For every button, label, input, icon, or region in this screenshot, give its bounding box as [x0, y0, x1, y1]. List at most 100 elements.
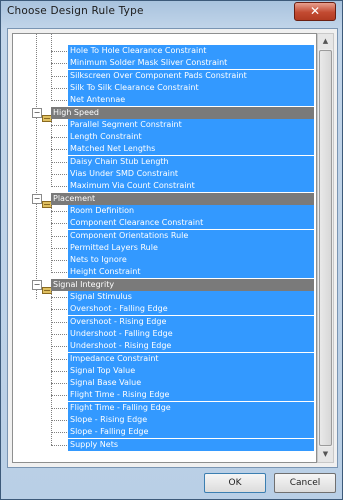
rule-type-label: Minimum Solder Mask Sliver Constraint — [68, 57, 314, 70]
rule-type-label: Flight Time - Falling Edge — [68, 401, 314, 414]
tree-connector-line — [51, 137, 67, 139]
tree-connector-line — [51, 321, 67, 323]
tree-connector-line — [51, 100, 67, 102]
rule-type-item[interactable]: Flight Time - Rising Edge — [13, 389, 316, 402]
dialog-buttons: OK Cancel — [1, 469, 342, 499]
rule-type-item[interactable]: Minimum Solder Mask Sliver Constraint — [13, 57, 316, 70]
rule-type-item[interactable]: Height Constraint — [13, 266, 316, 279]
rule-type-item[interactable]: Overshoot - Falling Edge — [13, 303, 316, 316]
rule-type-item[interactable]: Parallel Segment Constraint — [13, 118, 316, 131]
rule-type-label: Silkscreen Over Component Pads Constrain… — [68, 69, 314, 82]
rule-type-label: Net Antennae — [68, 94, 314, 107]
rule-type-item[interactable]: Supply Nets — [13, 438, 316, 451]
rule-type-label: Matched Net Lengths — [68, 143, 314, 156]
dialog-client-area: Hole To Hole Clearance Constraint Minimum… — [7, 28, 338, 468]
rule-type-label: Maximum Via Count Constraint — [68, 180, 314, 193]
rule-type-label: Nets to Ignore — [68, 254, 314, 267]
tree-connector-line — [51, 51, 67, 52]
rule-type-tree[interactable]: Hole To Hole Clearance Constraint Minimum… — [12, 33, 317, 463]
choose-design-rule-type-dialog: Choose Design Rule Type ✕ Hole To Hole C… — [0, 0, 343, 500]
tree-connector-line — [51, 186, 67, 188]
scrollbar-thumb[interactable] — [319, 50, 332, 446]
rule-type-item[interactable]: Slope - Falling Edge — [13, 426, 316, 439]
tree-connector-line — [51, 333, 67, 335]
rule-type-label: Component Orientations Rule — [68, 229, 314, 242]
rule-type-item[interactable]: Overshoot - Rising Edge — [13, 315, 316, 328]
rule-type-item[interactable]: Impedance Constraint — [13, 352, 316, 365]
collapse-toggle-icon[interactable]: − — [32, 193, 42, 204]
collapse-toggle-icon[interactable]: − — [32, 107, 42, 118]
tree-connector-line — [51, 297, 67, 298]
rule-type-label: Silk To Silk Clearance Constraint — [68, 81, 314, 94]
rule-type-item[interactable]: Maximum Via Count Constraint — [13, 180, 316, 193]
rule-type-label: Undershoot - Rising Edge — [68, 340, 314, 353]
scroll-down-arrow-icon[interactable]: ▼ — [318, 447, 333, 462]
category-label: High Speed — [51, 106, 314, 119]
rule-type-item[interactable]: Length Constraint — [13, 131, 316, 144]
tree-connector-line — [51, 202, 52, 273]
tree-connector-line — [51, 309, 67, 311]
tree-connector-line — [51, 210, 67, 212]
tree-connector-line — [51, 370, 67, 372]
rule-type-label: Slope - Rising Edge — [68, 414, 314, 426]
rule-type-item[interactable]: Vias Under SMD Constraint — [13, 168, 316, 180]
rule-type-item[interactable]: Nets to Ignore — [13, 254, 316, 267]
tree-connector-line — [51, 34, 52, 101]
rule-type-item[interactable]: Daisy Chain Stub Length — [13, 155, 316, 168]
cancel-button[interactable]: Cancel — [274, 473, 336, 493]
tree-connector-line — [51, 124, 67, 126]
rule-type-label: Component Clearance Constraint — [68, 217, 314, 230]
rule-type-label: Undershoot - Falling Edge — [68, 327, 314, 340]
rule-type-item[interactable]: Silkscreen Over Component Pads Constrain… — [13, 69, 316, 82]
rule-type-item[interactable]: Component Clearance Constraint — [13, 217, 316, 230]
tree-connector-line — [51, 247, 67, 249]
category-node[interactable]: − Placement — [13, 192, 316, 208]
rule-type-item[interactable]: Silk To Silk Clearance Constraint — [13, 81, 316, 94]
rule-type-label: Signal Stimulus — [68, 291, 314, 303]
rule-type-item[interactable]: Permitted Layers Rule — [13, 241, 316, 254]
rule-type-item[interactable]: Undershoot - Falling Edge — [13, 327, 316, 340]
rule-type-item[interactable]: Signal Stimulus — [13, 291, 316, 303]
rule-type-label: Hole To Hole Clearance Constraint — [68, 45, 314, 57]
tree-connector-line — [51, 223, 67, 225]
tree-connector-line — [51, 63, 67, 65]
ok-button[interactable]: OK — [204, 473, 266, 493]
tree-connector-line — [51, 358, 67, 360]
category-label: Placement — [51, 192, 314, 205]
tree-connector-line — [51, 407, 67, 409]
rule-type-label: Permitted Layers Rule — [68, 241, 314, 254]
rule-type-item[interactable]: Signal Base Value — [13, 377, 316, 390]
rule-type-label: Supply Nets — [68, 438, 314, 451]
rule-type-label: Length Constraint — [68, 131, 314, 144]
tree-connector-line — [51, 260, 67, 262]
rule-type-item[interactable]: Flight Time - Falling Edge — [13, 401, 316, 414]
rule-type-label: Signal Base Value — [68, 377, 314, 390]
rule-type-label: Overshoot - Rising Edge — [68, 315, 314, 328]
rule-type-item[interactable]: Slope - Rising Edge — [13, 414, 316, 426]
tree-connector-line — [51, 289, 52, 445]
category-node[interactable]: − Signal Integrity — [13, 278, 316, 294]
tree-connector-line — [51, 395, 67, 397]
rule-type-label: Parallel Segment Constraint — [68, 118, 314, 131]
rule-type-item[interactable]: Undershoot - Rising Edge — [13, 340, 316, 353]
rule-type-item[interactable]: Component Orientations Rule — [13, 229, 316, 242]
title-bar[interactable]: Choose Design Rule Type ✕ — [1, 1, 342, 25]
tree-connector-line — [51, 235, 67, 237]
scroll-up-arrow-icon[interactable]: ▲ — [318, 34, 333, 49]
rule-type-item[interactable]: Matched Net Lengths — [13, 143, 316, 156]
rule-type-item[interactable]: Hole To Hole Clearance Constraint — [13, 45, 316, 57]
collapse-toggle-icon[interactable]: − — [32, 279, 42, 290]
close-button[interactable]: ✕ — [294, 2, 336, 21]
tree-connector-line — [51, 346, 67, 348]
rule-type-item[interactable]: Room Definition — [13, 204, 316, 217]
rule-type-item[interactable]: Net Antennae — [13, 94, 316, 107]
tree-connector-line — [51, 420, 67, 421]
rule-type-label: Vias Under SMD Constraint — [68, 168, 314, 180]
rule-type-label: Signal Top Value — [68, 364, 314, 377]
vertical-scrollbar[interactable]: ▲ ▼ — [317, 33, 334, 463]
category-node[interactable]: − High Speed — [13, 106, 316, 122]
category-label: Signal Integrity — [51, 278, 314, 291]
rule-type-label: Room Definition — [68, 204, 314, 217]
rule-type-item[interactable]: Signal Top Value — [13, 364, 316, 377]
tree-connector-line — [51, 174, 67, 175]
